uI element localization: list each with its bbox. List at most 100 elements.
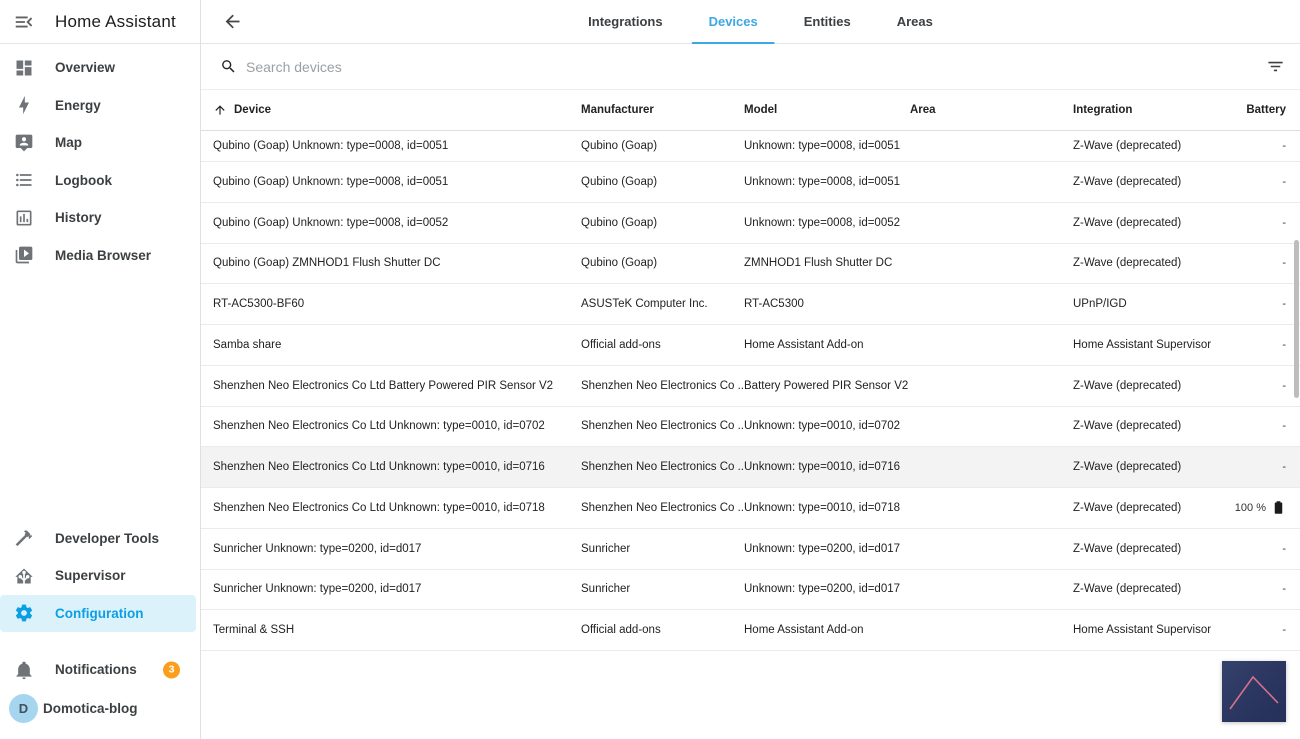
cell-manufacturer: Qubino (Goap) — [581, 216, 658, 229]
sidebar-item-developer-tools[interactable]: Developer Tools — [0, 520, 196, 558]
cell-manufacturer: Qubino (Goap) — [581, 140, 658, 152]
filter-icon[interactable] — [1266, 57, 1285, 76]
cell-model: Unknown: type=0010, id=0718 — [744, 501, 901, 514]
profile-label: Domotica-blog — [43, 700, 138, 716]
tab-devices[interactable]: Devices — [691, 0, 775, 44]
sidebar-item-supervisor[interactable]: Supervisor — [0, 557, 196, 595]
column-header-manufacturer[interactable]: Manufacturer — [581, 104, 744, 116]
cell-integration: Z-Wave (deprecated) — [1073, 175, 1182, 188]
column-header-model[interactable]: Model — [744, 104, 910, 116]
tab-entities[interactable]: Entities — [787, 0, 868, 44]
sidebar-item-map[interactable]: Map — [0, 124, 196, 162]
sidebar-item-profile[interactable]: D Domotica-blog — [0, 690, 196, 728]
sidebar: Home Assistant Overview Energy Map Logbo… — [0, 0, 201, 739]
sidebar-item-configuration[interactable]: Configuration — [0, 594, 196, 632]
table-row[interactable]: Sunricher Unknown: type=0200, id=d017 Su… — [201, 529, 1300, 570]
sidebar-item-notifications[interactable]: Notifications 3 — [0, 651, 196, 689]
sidebar-item-media-browser[interactable]: Media Browser — [0, 237, 196, 275]
search-icon — [220, 58, 237, 75]
sidebar-item-overview[interactable]: Overview — [0, 49, 196, 87]
cell-integration: Home Assistant Supervisor — [1073, 624, 1212, 637]
sidebar-item-label: Media Browser — [55, 247, 152, 263]
cell-model: Home Assistant Add-on — [744, 624, 864, 637]
table-row[interactable]: Samba share Official add-ons Home Assist… — [201, 325, 1300, 366]
cell-device: Qubino (Goap) Unknown: type=0008, id=005… — [213, 216, 449, 229]
sidebar-item-label: Energy — [55, 97, 101, 113]
search-input[interactable] — [246, 58, 1266, 75]
battery-value: - — [1282, 420, 1286, 433]
active-tab-underline — [691, 41, 775, 44]
cell-battery: - — [1282, 140, 1286, 152]
battery-value: - — [1282, 583, 1286, 596]
table-row[interactable]: RT-AC5300-BF60 ASUSTeK Computer Inc. RT-… — [201, 284, 1300, 325]
scrollbar-thumb[interactable] — [1294, 240, 1299, 398]
cell-model: Unknown: type=0010, id=0716 — [744, 461, 901, 474]
battery-value: - — [1282, 216, 1286, 229]
cell-integration: Z-Wave (deprecated) — [1073, 257, 1182, 270]
sidebar-item-history[interactable]: History — [0, 199, 196, 237]
sidebar-nav: Overview Energy Map Logbook History Medi… — [0, 44, 200, 274]
tab-integrations[interactable]: Integrations — [571, 0, 679, 44]
cell-manufacturer: Sunricher — [581, 542, 631, 555]
notifications-label: Notifications — [55, 662, 137, 678]
column-header-integration[interactable]: Integration — [1073, 104, 1223, 116]
cell-integration: Z-Wave (deprecated) — [1073, 542, 1182, 555]
play-box-multiple-icon — [14, 245, 34, 265]
battery-value: - — [1282, 461, 1286, 474]
table-row[interactable]: Terminal & SSH Official add-ons Home Ass… — [201, 610, 1300, 651]
notification-badge: 3 — [163, 661, 180, 679]
table-row[interactable]: Shenzhen Neo Electronics Co Ltd Unknown:… — [201, 407, 1300, 448]
table-row[interactable]: Qubino (Goap) ZMNHOD1 Flush Shutter DC Q… — [201, 244, 1300, 285]
table-row[interactable]: Qubino (Goap) Unknown: type=0008, id=005… — [201, 162, 1300, 203]
cell-model: Unknown: type=0008, id=0051 — [744, 175, 901, 188]
cell-device: Shenzhen Neo Electronics Co Ltd Unknown:… — [213, 420, 545, 433]
battery-icon — [1274, 501, 1283, 515]
cell-battery: - — [1282, 420, 1286, 432]
menu-open-icon[interactable] — [13, 11, 35, 33]
table-row[interactable]: Shenzhen Neo Electronics Co Ltd Battery … — [201, 366, 1300, 407]
cell-model: Unknown: type=0008, id=0052 — [744, 216, 901, 229]
cell-device: Shenzhen Neo Electronics Co Ltd Battery … — [213, 379, 554, 392]
battery-value: - — [1282, 624, 1286, 637]
cell-battery: 100 % — [1235, 500, 1286, 515]
toolbar: Integrations Devices Entities Areas — [201, 0, 1300, 44]
cell-model: ZMNHOD1 Flush Shutter DC — [744, 257, 893, 270]
sidebar-item-label: Overview — [55, 60, 116, 76]
column-header-device[interactable]: Device — [213, 103, 581, 117]
table-row[interactable]: Shenzhen Neo Electronics Co Ltd Unknown:… — [201, 488, 1300, 529]
table-row[interactable]: Qubino (Goap) Unknown: type=0008, id=005… — [201, 131, 1300, 162]
tab-bar: Integrations Devices Entities Areas — [565, 0, 956, 44]
table-row[interactable]: Sunricher Unknown: type=0200, id=d017 Su… — [201, 570, 1300, 611]
chart-thumbnail[interactable] — [1222, 661, 1286, 722]
magnify-icon — [222, 60, 235, 73]
cell-device: Qubino (Goap) ZMNHOD1 Flush Shutter DC — [213, 257, 441, 270]
tab-areas[interactable]: Areas — [880, 0, 950, 44]
sidebar-bottom: Developer Tools Supervisor Configuration… — [0, 520, 200, 728]
battery-icon — [1271, 500, 1286, 515]
cell-integration: Z-Wave (deprecated) — [1073, 216, 1182, 229]
sidebar-item-energy[interactable]: Energy — [0, 87, 196, 125]
format-list-bulleted-icon — [16, 174, 32, 187]
cell-model: Unknown: type=0200, id=d017 — [744, 583, 901, 596]
column-header-area[interactable]: Area — [910, 104, 1073, 116]
cell-integration: Z-Wave (deprecated) — [1073, 583, 1182, 596]
cell-device: Sunricher Unknown: type=0200, id=d017 — [213, 583, 422, 596]
cell-integration: Z-Wave (deprecated) — [1073, 140, 1182, 152]
table-row[interactable]: Qubino (Goap) Unknown: type=0008, id=005… — [201, 203, 1300, 244]
sidebar-item-logbook[interactable]: Logbook — [0, 162, 196, 200]
table-header: Device Manufacturer Model Area Integrati… — [201, 90, 1300, 131]
cog-icon — [15, 604, 33, 622]
table-row[interactable]: Shenzhen Neo Electronics Co Ltd Unknown:… — [201, 447, 1300, 488]
cog-icon — [14, 603, 34, 623]
cell-device: Samba share — [213, 338, 282, 351]
cell-battery: - — [1282, 461, 1286, 473]
cell-device: RT-AC5300-BF60 — [213, 298, 305, 311]
table-body: Qubino (Goap) Unknown: type=0008, id=005… — [201, 131, 1300, 651]
sidebar-item-label: Configuration — [55, 605, 144, 621]
cell-manufacturer: ASUSTeK Computer Inc. — [581, 298, 708, 311]
cell-manufacturer: Official add-ons — [581, 338, 661, 351]
back-button[interactable] — [222, 11, 243, 32]
hammer-icon — [14, 528, 34, 548]
column-header-battery[interactable]: Battery — [1246, 104, 1286, 116]
